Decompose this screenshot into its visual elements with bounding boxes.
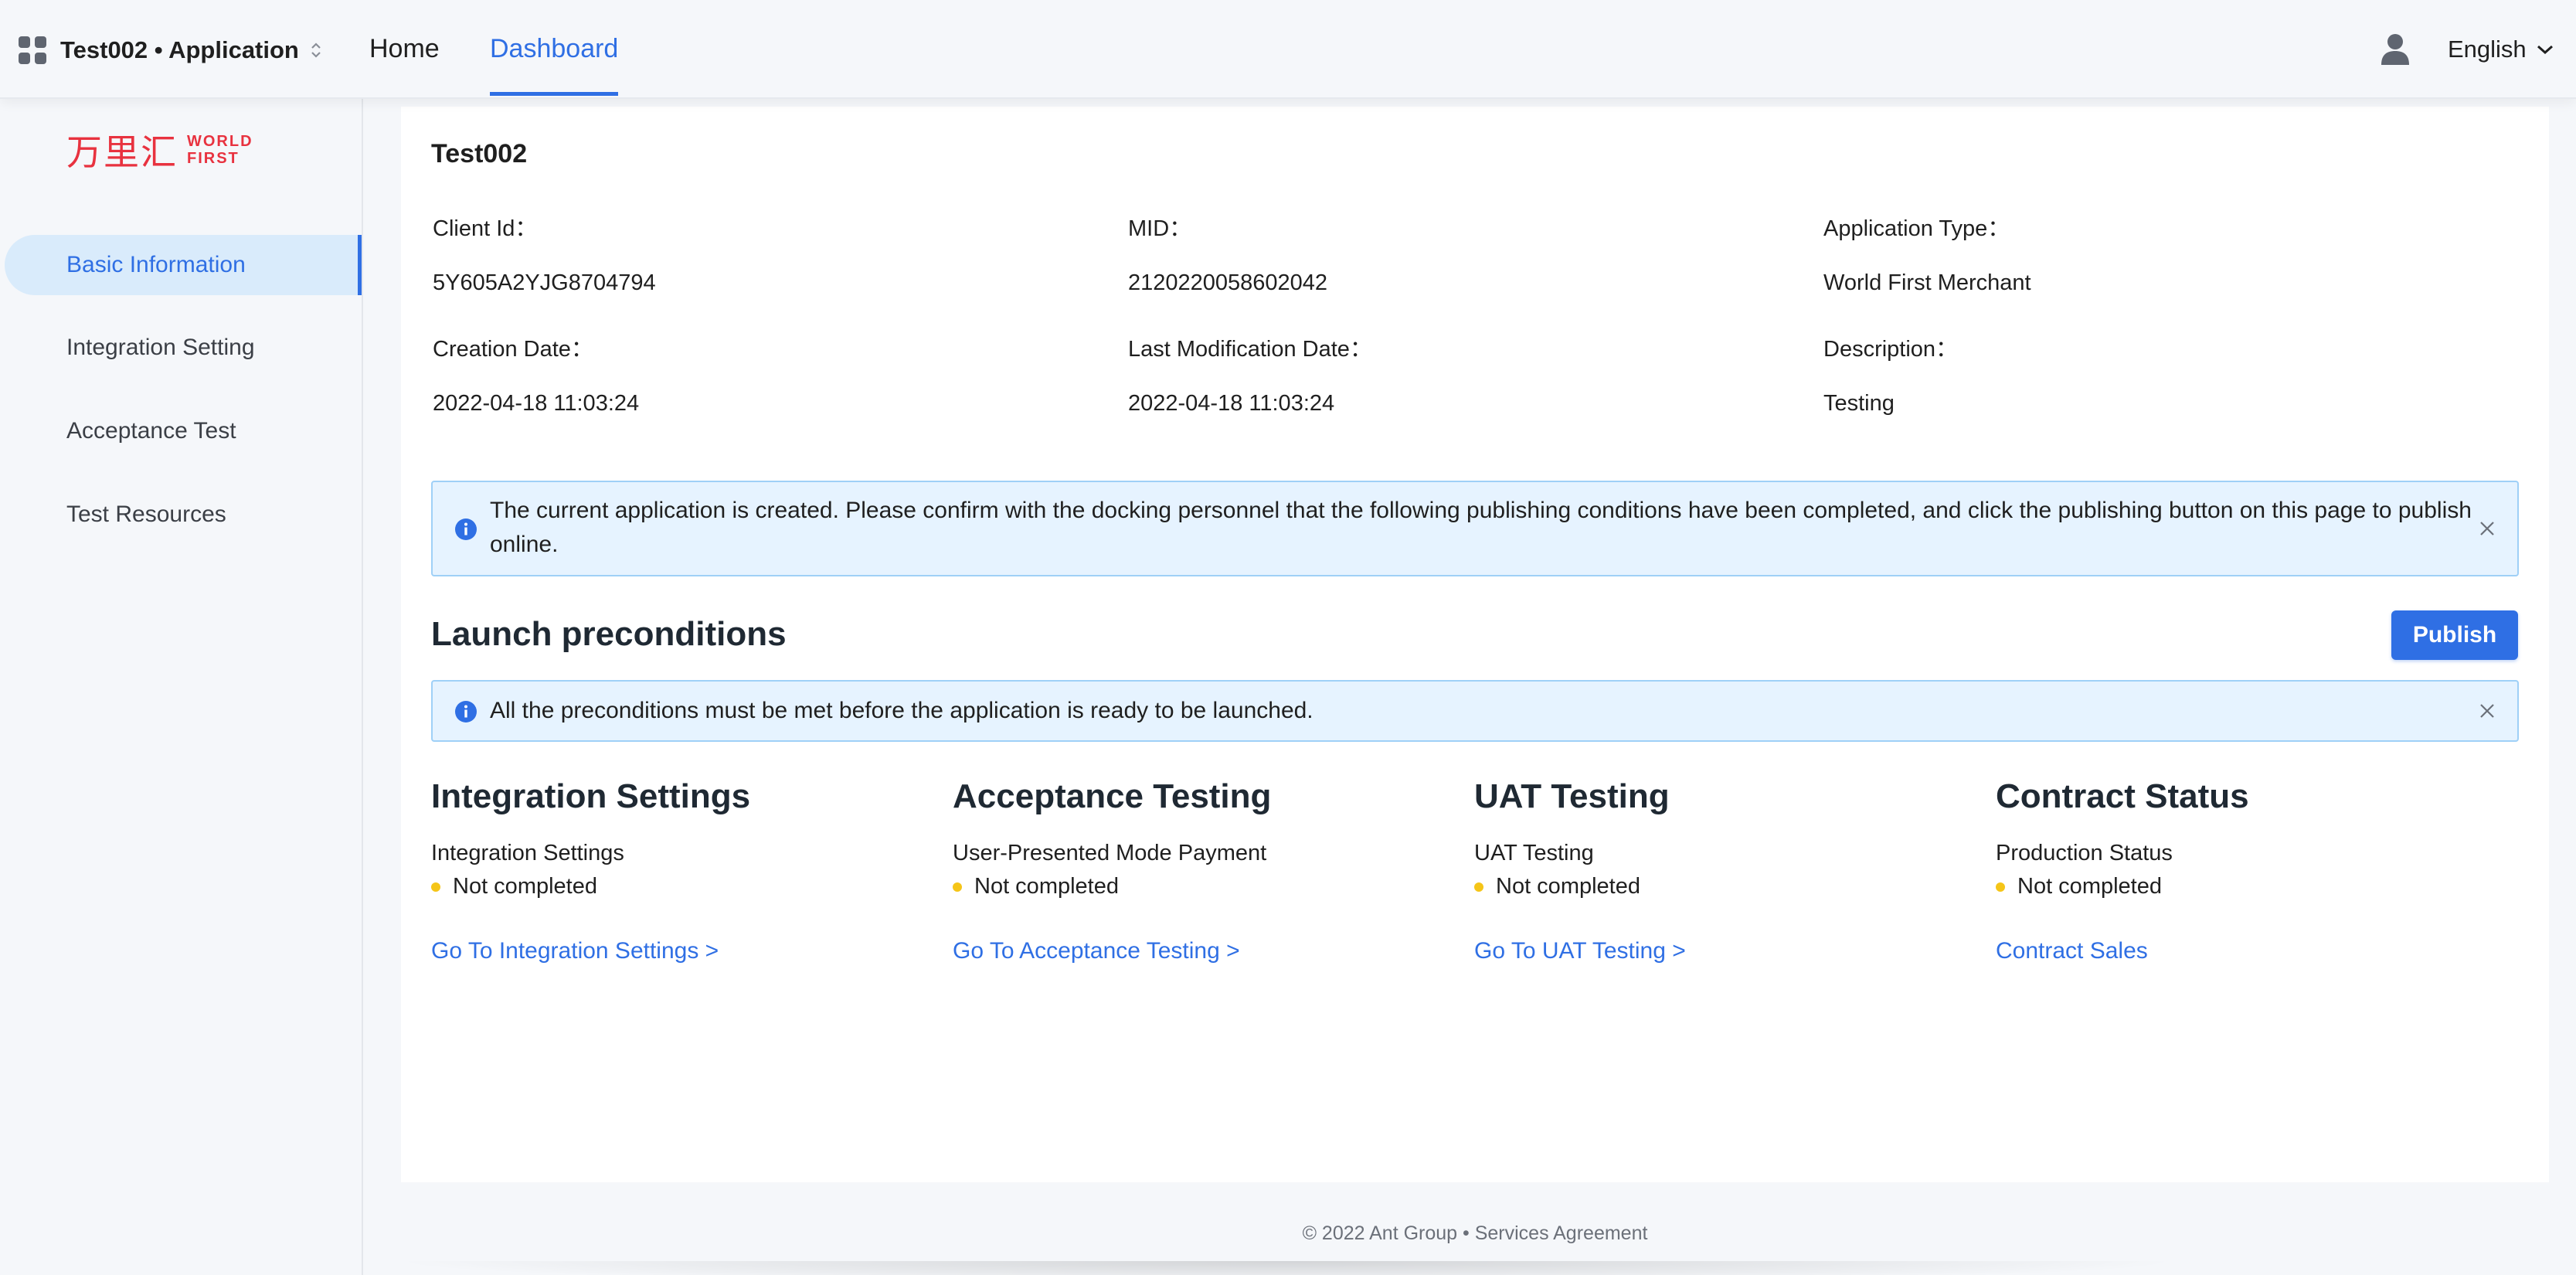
close-icon[interactable] — [2479, 702, 2496, 719]
last-modification-date-value: 2022-04-18 11:03:24 — [1128, 391, 1335, 416]
precondition-contract-status: Contract Status Production Status Not co… — [1996, 777, 2490, 964]
precondition-subtitle: Production Status — [1996, 841, 2173, 865]
preconditions-notice-alert: All the preconditions must be met before… — [431, 680, 2519, 742]
description-label: Description： — [1823, 337, 1959, 362]
info-icon — [455, 701, 477, 722]
logo-english-line2: FIRST — [187, 150, 240, 167]
precondition-status-text: Not completed — [974, 874, 1119, 899]
precondition-status-text: Not completed — [2017, 874, 2162, 899]
sidebar-item-integration-setting[interactable]: Integration Setting — [0, 318, 362, 378]
application-title: Test002 — [431, 139, 528, 168]
user-icon[interactable] — [2380, 32, 2411, 65]
precondition-subtitle: Integration Settings — [431, 841, 624, 865]
preconditions-notice-text: All the preconditions must be met before… — [490, 698, 1313, 723]
language-selector[interactable]: English — [2448, 31, 2554, 68]
status-dot-icon — [431, 882, 440, 892]
status-dot-icon — [953, 882, 962, 892]
sidebar-item-basic-information[interactable]: Basic Information — [5, 235, 362, 295]
publish-notice-line2: online. — [490, 532, 559, 557]
close-icon[interactable] — [2479, 520, 2496, 537]
client-id-label: Client Id： — [433, 216, 538, 241]
creation-date-label: Creation Date： — [433, 337, 593, 362]
precondition-status: Not completed — [1996, 874, 2490, 899]
description-value: Testing — [1823, 391, 1895, 416]
logo-english-text: WORLD FIRST — [187, 133, 253, 167]
chevron-down-icon — [2537, 45, 2553, 55]
nav-tab-home[interactable]: Home — [369, 0, 440, 97]
precondition-uat-testing: UAT Testing UAT Testing Not completed Go… — [1474, 777, 1969, 964]
publish-notice-alert: The current application is created. Plea… — [431, 481, 2519, 576]
publish-notice-line1: The current application is created. Plea… — [490, 498, 2472, 523]
info-icon — [455, 518, 477, 540]
app-switcher-label: Test002 • Application — [60, 36, 299, 63]
status-dot-icon — [1474, 882, 1483, 892]
publish-notice-text: The current application is created. Plea… — [490, 494, 2472, 562]
worldfirst-logo: 万里汇 WORLD FIRST — [66, 127, 253, 173]
precondition-status: Not completed — [1474, 874, 1969, 899]
status-dot-icon — [1996, 882, 2005, 892]
last-modification-date-label: Last Modification Date： — [1128, 337, 1372, 362]
precondition-acceptance-testing: Acceptance Testing User-Presented Mode P… — [953, 777, 1447, 964]
application-type-label: Application Type： — [1823, 216, 2010, 241]
launch-preconditions-title: Launch preconditions — [431, 615, 787, 653]
precondition-title: UAT Testing — [1474, 777, 1670, 815]
precondition-title: Integration Settings — [431, 777, 751, 815]
mid-label: MID： — [1128, 216, 1192, 241]
precondition-subtitle: User-Presented Mode Payment — [953, 841, 1267, 865]
sort-updown-icon — [311, 42, 321, 58]
precondition-title: Acceptance Testing — [953, 777, 1272, 815]
precondition-status: Not completed — [953, 874, 1447, 899]
top-bar: Test002 • Application Home Dashboard Eng… — [0, 0, 2576, 99]
creation-date-value: 2022-04-18 11:03:24 — [433, 391, 640, 416]
precondition-integration-settings: Integration Settings Integration Setting… — [431, 777, 926, 964]
go-to-acceptance-testing-link[interactable]: Go To Acceptance Testing > — [953, 938, 1240, 964]
precondition-status: Not completed — [431, 874, 926, 899]
sidebar: 万里汇 WORLD FIRST Basic Information Integr… — [0, 99, 363, 1275]
precondition-status-text: Not completed — [1496, 874, 1640, 899]
sidebar-item-acceptance-test[interactable]: Acceptance Test — [0, 401, 362, 461]
publish-button[interactable]: Publish — [2391, 610, 2518, 660]
nav-tab-dashboard[interactable]: Dashboard — [490, 0, 619, 97]
apps-grid-icon — [19, 36, 46, 64]
main-card: Test002 Client Id： 5Y605A2YJG8704794 MID… — [401, 107, 2549, 1182]
logo-chinese-text: 万里汇 — [66, 131, 178, 173]
go-to-integration-settings-link[interactable]: Go To Integration Settings > — [431, 938, 719, 964]
precondition-status-text: Not completed — [453, 874, 597, 899]
sidebar-item-test-resources[interactable]: Test Resources — [0, 484, 362, 545]
language-label: English — [2448, 36, 2527, 63]
contract-sales-link[interactable]: Contract Sales — [1996, 938, 2148, 964]
precondition-title: Contract Status — [1996, 777, 2249, 815]
precondition-subtitle: UAT Testing — [1474, 841, 1594, 865]
logo-english-line1: WORLD — [187, 133, 253, 150]
client-id-value: 5Y605A2YJG8704794 — [433, 270, 656, 295]
application-type-value: World First Merchant — [1823, 270, 2031, 295]
bottom-shadow — [386, 1261, 2187, 1275]
mid-value: 2120220058602042 — [1128, 270, 1328, 295]
app-switcher[interactable]: Test002 • Application — [19, 31, 322, 70]
go-to-uat-testing-link[interactable]: Go To UAT Testing > — [1474, 938, 1686, 964]
footer: © 2022 Ant Group • Services Agreement — [1302, 1222, 1648, 1244]
